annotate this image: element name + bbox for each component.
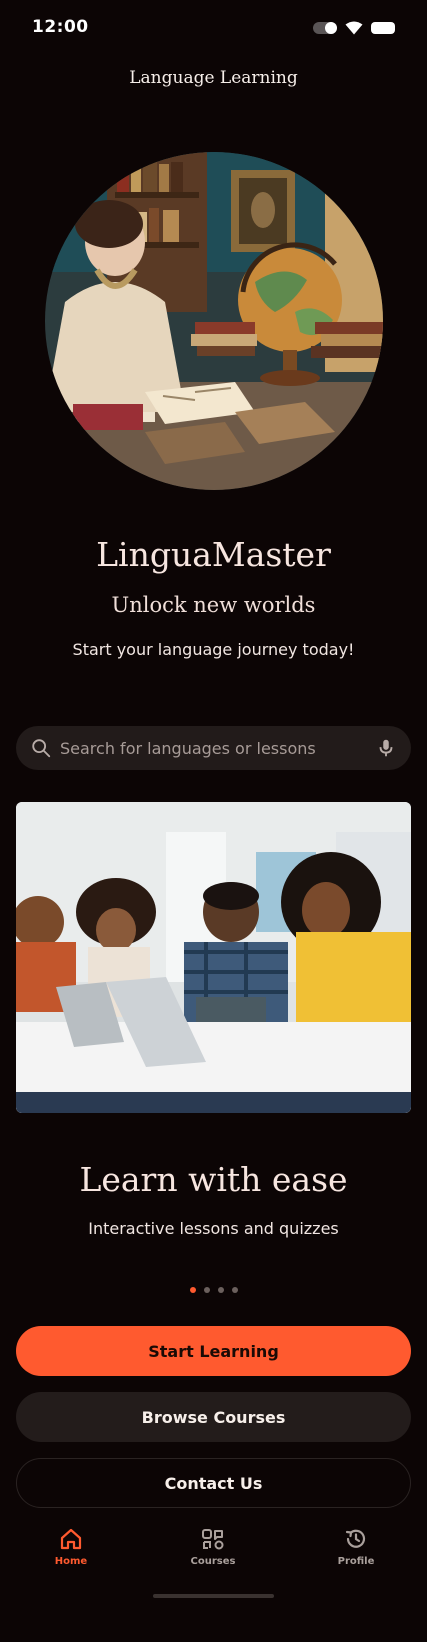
- home-indicator: [153, 1594, 274, 1598]
- do-not-disturb-icon: [313, 22, 337, 34]
- start-learning-button[interactable]: Start Learning: [16, 1326, 411, 1376]
- hero-image: [45, 152, 383, 490]
- nav-label-profile: Profile: [337, 1556, 375, 1567]
- brand-subtitle: Start your language journey today!: [72, 640, 355, 659]
- search-icon: [32, 739, 51, 758]
- status-icons: [313, 21, 395, 35]
- pagination-dot[interactable]: [203, 1287, 210, 1293]
- brand-tagline: Unlock new worlds: [111, 593, 316, 617]
- contact-us-button[interactable]: Contact Us: [16, 1458, 411, 1508]
- status-time: 12:00: [32, 17, 89, 37]
- nav-label-home: Home: [54, 1556, 88, 1567]
- mic-icon[interactable]: [375, 737, 397, 759]
- carousel-subtitle: Interactive lessons and quizzes: [88, 1219, 339, 1238]
- search-bar[interactable]: [16, 726, 411, 770]
- nav-item-profile[interactable]: Profile: [316, 1526, 396, 1567]
- status-bar: 12:00: [0, 0, 427, 56]
- app-title: Language Learning: [129, 68, 298, 88]
- brand-name: LinguaMaster: [96, 535, 331, 574]
- pagination-dot[interactable]: [231, 1287, 238, 1293]
- pagination-dot[interactable]: [189, 1287, 196, 1293]
- wifi-icon: [345, 21, 363, 35]
- nav-item-home[interactable]: Home: [31, 1526, 111, 1567]
- nav-item-courses[interactable]: Courses: [173, 1526, 253, 1567]
- carousel-title: Learn with ease: [79, 1160, 348, 1199]
- search-input[interactable]: [60, 738, 375, 758]
- bottom-nav: Home Courses Profile: [0, 1512, 427, 1602]
- battery-icon: [371, 22, 395, 34]
- history-icon: [345, 1529, 366, 1548]
- carousel-image[interactable]: [16, 802, 411, 1113]
- courses-icon: [202, 1529, 224, 1550]
- pagination-dot[interactable]: [217, 1287, 224, 1293]
- browse-courses-button[interactable]: Browse Courses: [16, 1392, 411, 1442]
- carousel-pagination: [0, 1287, 427, 1293]
- nav-label-courses: Courses: [190, 1556, 236, 1567]
- home-icon: [60, 1528, 82, 1550]
